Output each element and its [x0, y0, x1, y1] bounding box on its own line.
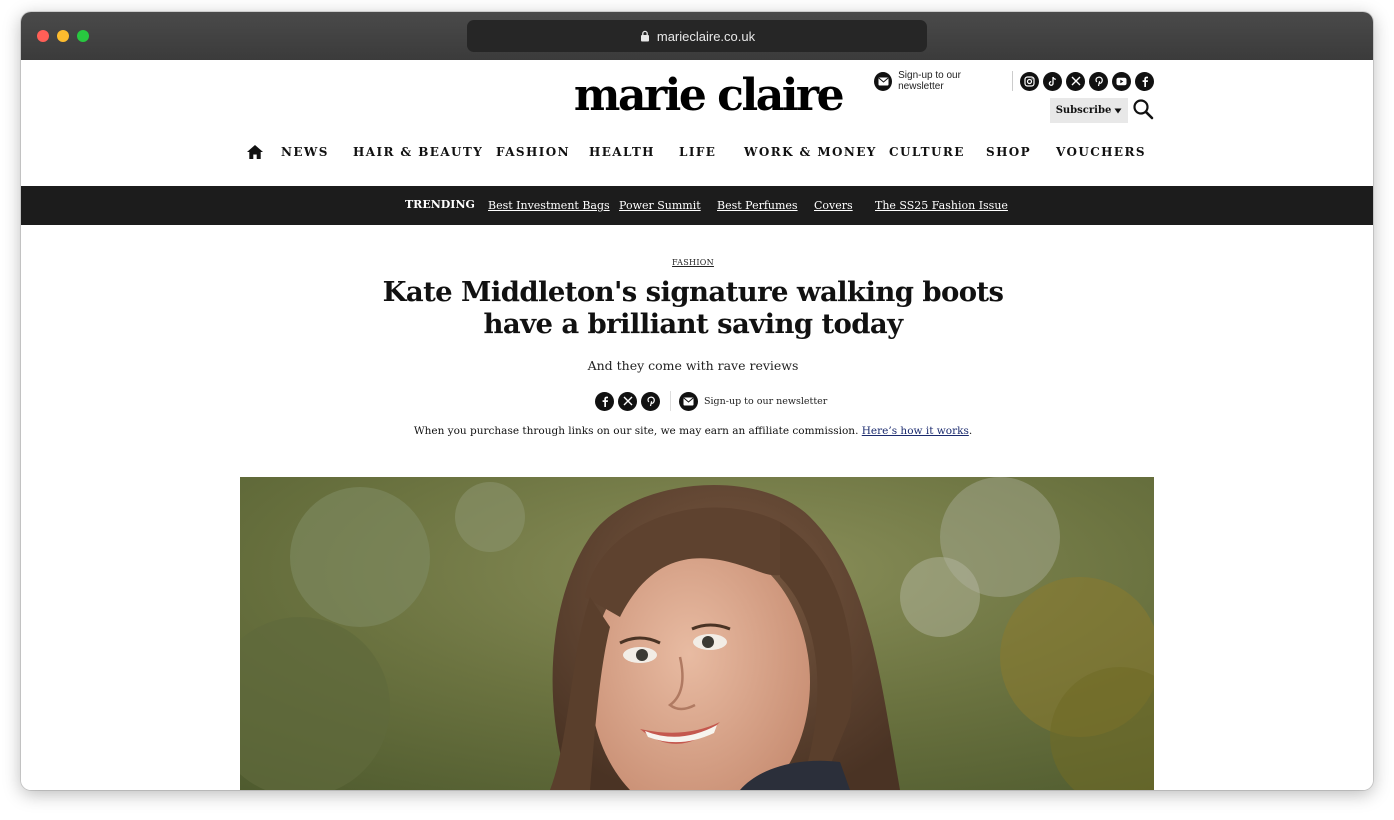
nav-item-vouchers[interactable]: VOUCHERS — [1056, 145, 1146, 159]
nav-item-work-money[interactable]: WORK & MONEY — [744, 145, 877, 159]
maximize-window-button[interactable] — [77, 30, 89, 42]
tiktok-icon[interactable] — [1043, 71, 1062, 91]
pinterest-share-icon[interactable] — [641, 391, 660, 411]
lock-icon — [640, 30, 649, 42]
site-logo[interactable]: marie claire — [21, 70, 1373, 121]
how-it-works-link[interactable]: Here’s how it works — [862, 425, 969, 437]
affiliate-disclosure: When you purchase through links on our s… — [21, 425, 1365, 437]
nav-item-news[interactable]: NEWS — [281, 145, 329, 159]
header-utilities: Sign-up to our newsletter — [874, 70, 1154, 92]
browser-window: marieclaire.co.uk marie claire Sign-up t… — [21, 12, 1373, 790]
divider — [670, 391, 671, 411]
social-links — [1020, 71, 1154, 91]
trending-link[interactable]: Best Investment Bags — [488, 199, 610, 212]
hero-image — [240, 477, 1154, 790]
x-share-icon[interactable] — [618, 391, 637, 411]
facebook-icon[interactable] — [1135, 71, 1154, 91]
trending-link[interactable]: Covers — [814, 199, 853, 212]
mail-icon[interactable] — [679, 391, 698, 411]
subscribe-label: Subscribe — [1055, 105, 1112, 116]
newsletter-signup-link[interactable]: Sign-up to our newsletter — [704, 396, 827, 407]
article-standfirst: And they come with rave reviews — [587, 358, 799, 373]
main-navigation: NEWS HAIR & BEAUTY FASHION HEALTH LIFE W… — [21, 140, 1373, 166]
nav-item-life[interactable]: LIFE — [679, 145, 716, 159]
facebook-share-icon[interactable] — [595, 391, 614, 411]
article-headline: Kate Middleton's signature walking boots… — [382, 276, 1004, 340]
divider — [1012, 71, 1013, 91]
newsletter-signup-link[interactable]: Sign-up to our newsletter — [898, 70, 1004, 92]
web-page: marie claire Sign-up to our newsletter S… — [21, 60, 1373, 790]
share-bar: Sign-up to our newsletter — [595, 391, 827, 411]
search-icon[interactable] — [1132, 98, 1154, 120]
trending-link[interactable]: The SS25 Fashion Issue — [875, 199, 1008, 212]
affiliate-period: . — [968, 425, 973, 437]
browser-titlebar: marieclaire.co.uk — [21, 12, 1373, 60]
home-icon[interactable] — [246, 144, 264, 160]
minimize-window-button[interactable] — [57, 30, 69, 42]
x-icon[interactable] — [1066, 71, 1085, 91]
close-window-button[interactable] — [37, 30, 49, 42]
subscribe-button[interactable]: Subscribe — [1050, 98, 1128, 123]
mail-icon[interactable] — [874, 71, 893, 91]
nav-item-shop[interactable]: SHOP — [986, 145, 1031, 159]
url-text: marieclaire.co.uk — [656, 28, 756, 44]
caret-down-icon — [1114, 108, 1122, 113]
pinterest-icon[interactable] — [1089, 71, 1108, 91]
youtube-icon[interactable] — [1112, 71, 1131, 91]
nav-item-culture[interactable]: CULTURE — [889, 145, 965, 159]
trending-label: TRENDING — [405, 198, 475, 211]
trending-link[interactable]: Power Summit — [619, 199, 701, 212]
address-bar[interactable]: marieclaire.co.uk — [467, 20, 927, 52]
hero-photo-illustration — [240, 477, 1154, 790]
nav-item-health[interactable]: HEALTH — [589, 145, 655, 159]
nav-item-hair-beauty[interactable]: HAIR & BEAUTY — [353, 145, 483, 159]
category-link[interactable]: FASHION — [21, 258, 1365, 267]
trending-link[interactable]: Best Perfumes — [717, 199, 798, 212]
nav-item-fashion[interactable]: FASHION — [496, 145, 570, 159]
instagram-icon[interactable] — [1020, 71, 1039, 91]
affiliate-text: When you purchase through links on our s… — [413, 425, 859, 437]
trending-bar: TRENDING Best Investment Bags Power Summ… — [21, 186, 1373, 225]
